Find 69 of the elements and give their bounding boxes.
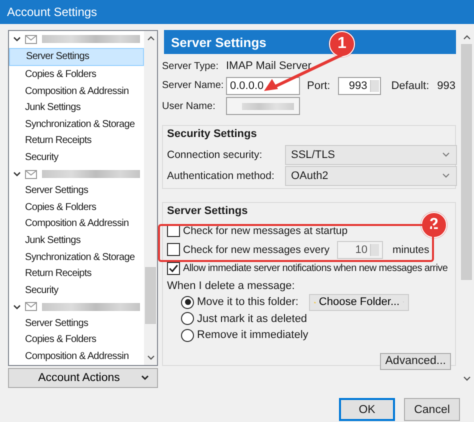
tree-item[interactable]: Junk Settings xyxy=(9,99,144,116)
chevron-icon[interactable] xyxy=(13,170,21,178)
authentication-dropdown[interactable]: OAuth2 xyxy=(285,166,457,186)
scroll-down-icon[interactable] xyxy=(146,354,154,361)
scroll-up-icon[interactable] xyxy=(462,34,470,40)
tree-item[interactable]: Copies & Folders xyxy=(9,332,144,348)
caret-icon xyxy=(141,374,149,381)
field-label: Connection security: xyxy=(167,148,264,160)
scroll-thumb[interactable] xyxy=(461,44,472,280)
port-field[interactable]: 993 xyxy=(338,76,382,94)
chevron-icon[interactable] xyxy=(13,302,21,311)
tree-item[interactable]: Server Settings xyxy=(9,315,144,332)
unit-label: minutes xyxy=(392,244,430,256)
choose-folder-button[interactable]: Choose Folder... xyxy=(309,294,409,311)
advanced-button[interactable]: Advanced... xyxy=(380,352,451,370)
dialog-button[interactable]: Cancel xyxy=(404,398,460,421)
tree-item[interactable]: Copies & Folders xyxy=(9,198,144,216)
interval-field[interactable]: 10 xyxy=(337,240,384,258)
radio-button[interactable] xyxy=(181,312,194,326)
tree-item[interactable]: Server Settings xyxy=(9,182,144,199)
radio-label[interactable]: Move it to this folder: xyxy=(197,296,309,308)
scroll-thumb[interactable] xyxy=(145,267,156,324)
checkbox-label[interactable]: Check for new messages every xyxy=(183,244,330,256)
scroll-up-icon[interactable] xyxy=(146,35,154,41)
checkbox-label[interactable]: Allow immediate server notifications when new messages arrive xyxy=(183,263,448,274)
window-title: Account Settings xyxy=(7,5,98,19)
tree-item[interactable]: Return Receipts xyxy=(9,265,144,282)
user-name-field[interactable] xyxy=(226,97,300,115)
field-label: User Name: xyxy=(162,100,216,112)
field-label: Server Type: xyxy=(162,60,220,72)
tree-item[interactable]: Copies & Folders xyxy=(9,66,144,83)
envelope-icon xyxy=(25,170,37,179)
checkbox[interactable] xyxy=(167,243,180,256)
account-actions-button[interactable]: Account Actions xyxy=(8,368,158,388)
field-label: Authentication method: xyxy=(167,170,276,182)
server-type-value: IMAP Mail Server xyxy=(226,60,312,72)
tree-item[interactable]: Return Receipts xyxy=(9,132,144,150)
tree-item[interactable]: Composition & Addressin xyxy=(9,216,144,232)
tree-item[interactable]: Security xyxy=(9,282,144,298)
tree-item[interactable]: Synchronization & Storage xyxy=(9,248,144,266)
checkbox-label[interactable]: Check for new messages at startup xyxy=(183,224,348,236)
dialog-button[interactable]: OK xyxy=(339,398,395,421)
envelope-icon xyxy=(25,302,37,312)
radio-label[interactable]: Just mark it as deleted xyxy=(197,312,309,325)
checkbox[interactable] xyxy=(167,262,180,275)
field-label: Default: xyxy=(391,80,430,92)
envelope-icon xyxy=(25,34,37,44)
group-title: Security Settings xyxy=(167,128,258,142)
tree-item[interactable]: Composition & Addressin xyxy=(9,82,144,100)
tree-item[interactable]: Composition & Addressin xyxy=(9,348,144,365)
delete-label: When I delete a message: xyxy=(167,279,296,294)
tree-item[interactable]: Server Settings xyxy=(9,48,144,66)
caret-icon xyxy=(442,172,450,178)
section-title: Server Settings xyxy=(171,34,266,50)
scrollbar[interactable] xyxy=(144,31,157,365)
field-label: Server Name: xyxy=(162,80,225,91)
scroll-down-icon[interactable] xyxy=(462,376,470,382)
radio-button[interactable] xyxy=(181,328,194,342)
tree-item[interactable]: Security xyxy=(9,149,144,166)
radio-label[interactable]: Remove it immediately xyxy=(197,329,309,342)
radio-button[interactable] xyxy=(181,296,194,309)
tree-item[interactable]: Synchronization & Storage xyxy=(9,116,144,133)
chevron-icon[interactable] xyxy=(13,35,21,44)
group-title: Server Settings xyxy=(167,205,249,219)
connection-security-dropdown[interactable]: SSL/TLS xyxy=(285,144,457,164)
caret-icon xyxy=(442,152,450,158)
tree-item[interactable]: Junk Settings xyxy=(9,232,144,249)
default-port-value: 993 xyxy=(437,80,456,92)
field-label: Port: xyxy=(307,80,330,92)
